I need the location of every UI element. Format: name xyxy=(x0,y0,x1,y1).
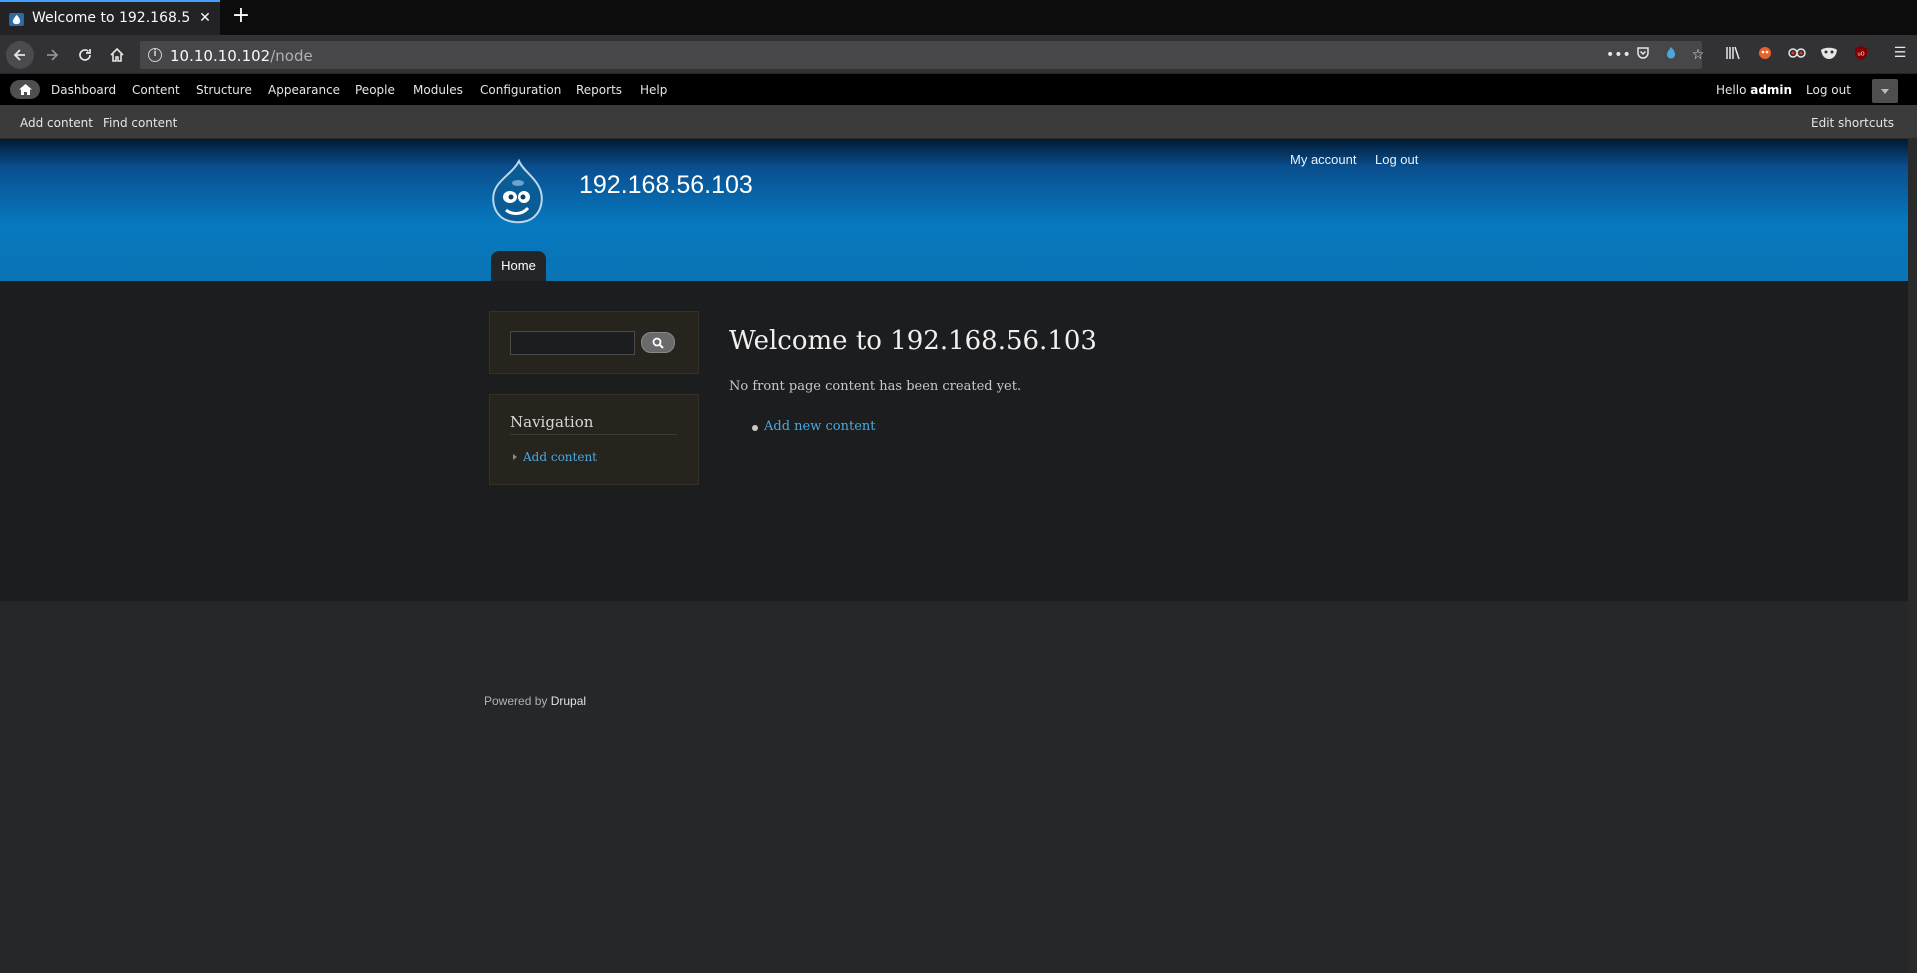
new-tab-icon[interactable]: + xyxy=(230,5,252,28)
drupal-logo-icon[interactable] xyxy=(488,159,546,225)
drupal-link[interactable]: Drupal xyxy=(551,694,586,708)
page-scrollbar[interactable] xyxy=(1908,139,1917,973)
page-actions-icon[interactable]: ••• xyxy=(1606,46,1631,64)
admin-greeting: Hello admin xyxy=(1716,83,1793,97)
search-block xyxy=(489,311,699,374)
drupal-extension-icon[interactable] xyxy=(1661,46,1681,64)
drupal-favicon-icon xyxy=(9,13,24,26)
bookmark-star-icon[interactable]: ☆ xyxy=(1688,46,1708,64)
admin-toolbar: Dashboard Content Structure Appearance P… xyxy=(0,74,1917,105)
shortcut-find-content[interactable]: Find content xyxy=(103,116,177,130)
admin-menu-dashboard[interactable]: Dashboard xyxy=(51,83,116,97)
back-icon[interactable] xyxy=(6,41,34,69)
edit-shortcuts-link[interactable]: Edit shortcuts xyxy=(1811,116,1894,130)
forward-icon[interactable] xyxy=(38,41,66,69)
svg-text:uO: uO xyxy=(1857,52,1864,58)
pocket-icon[interactable] xyxy=(1633,46,1653,64)
front-page-message: No front page content has been created y… xyxy=(729,379,1022,394)
browser-tab[interactable]: Welcome to 192.168.56.1 ✕ xyxy=(0,0,220,35)
navigation-block: Navigation Add content xyxy=(489,394,699,485)
admin-home-icon[interactable] xyxy=(10,80,40,99)
tab-home[interactable]: Home xyxy=(491,251,546,281)
navigation-divider xyxy=(510,434,677,435)
admin-username[interactable]: admin xyxy=(1750,83,1792,97)
add-new-content-link[interactable]: Add new content xyxy=(764,419,875,434)
main-area: Navigation Add content Welcome to 192.16… xyxy=(0,281,1908,601)
site-footer: Powered by Drupal xyxy=(0,601,1908,973)
site-info-icon[interactable]: i xyxy=(148,48,162,62)
admin-menu-content[interactable]: Content xyxy=(132,83,180,97)
admin-menu-structure[interactable]: Structure xyxy=(196,83,252,97)
shortcut-add-content[interactable]: Add content xyxy=(20,116,93,130)
admin-menu-appearance[interactable]: Appearance xyxy=(268,83,340,97)
extension-eyes-icon[interactable] xyxy=(1786,42,1808,64)
home-icon[interactable] xyxy=(103,41,131,69)
nav-bullet-icon xyxy=(513,454,517,460)
site-header: 192.168.56.103 My account Log out Home xyxy=(0,139,1908,281)
site-name[interactable]: 192.168.56.103 xyxy=(579,171,753,200)
hamburger-menu-icon[interactable]: ☰ xyxy=(1889,42,1911,64)
my-account-link[interactable]: My account xyxy=(1290,152,1356,167)
search-icon xyxy=(652,337,664,349)
foxyproxy-icon[interactable] xyxy=(1754,42,1776,64)
powered-by-text: Powered by Drupal xyxy=(484,694,587,708)
tab-title: Welcome to 192.168.56.1 xyxy=(32,10,190,26)
shortcuts-toggle-button[interactable] xyxy=(1872,79,1898,103)
list-bullet-icon xyxy=(752,425,758,431)
tab-close-icon[interactable]: ✕ xyxy=(198,11,212,25)
admin-menu-help[interactable]: Help xyxy=(640,83,667,97)
library-icon[interactable] xyxy=(1722,42,1744,64)
url-text[interactable]: 10.10.10.102/node xyxy=(170,47,313,65)
header-logout-link[interactable]: Log out xyxy=(1375,152,1418,167)
admin-logout-link[interactable]: Log out xyxy=(1806,83,1851,97)
url-bar[interactable]: i 10.10.10.102/node ••• ☆ xyxy=(140,41,1704,69)
extension-mask-icon[interactable] xyxy=(1818,42,1840,64)
ublock-icon[interactable]: uO xyxy=(1850,42,1872,64)
search-button[interactable] xyxy=(641,332,675,353)
nav-add-content-link[interactable]: Add content xyxy=(523,450,597,464)
navigation-title: Navigation xyxy=(510,413,594,431)
browser-tab-bar: Welcome to 192.168.56.1 ✕ + xyxy=(0,0,1917,35)
admin-menu-reports[interactable]: Reports xyxy=(576,83,622,97)
search-input[interactable] xyxy=(510,331,635,355)
shortcuts-bar: Add content Find content Edit shortcuts xyxy=(0,105,1917,139)
page-title: Welcome to 192.168.56.103 xyxy=(729,326,1097,356)
browser-nav-bar: i 10.10.10.102/node ••• ☆ uO ☰ xyxy=(0,35,1917,73)
admin-menu-modules[interactable]: Modules xyxy=(413,83,463,97)
admin-menu-configuration[interactable]: Configuration xyxy=(480,83,561,97)
admin-menu-people[interactable]: People xyxy=(355,83,395,97)
reload-icon[interactable] xyxy=(71,41,99,69)
